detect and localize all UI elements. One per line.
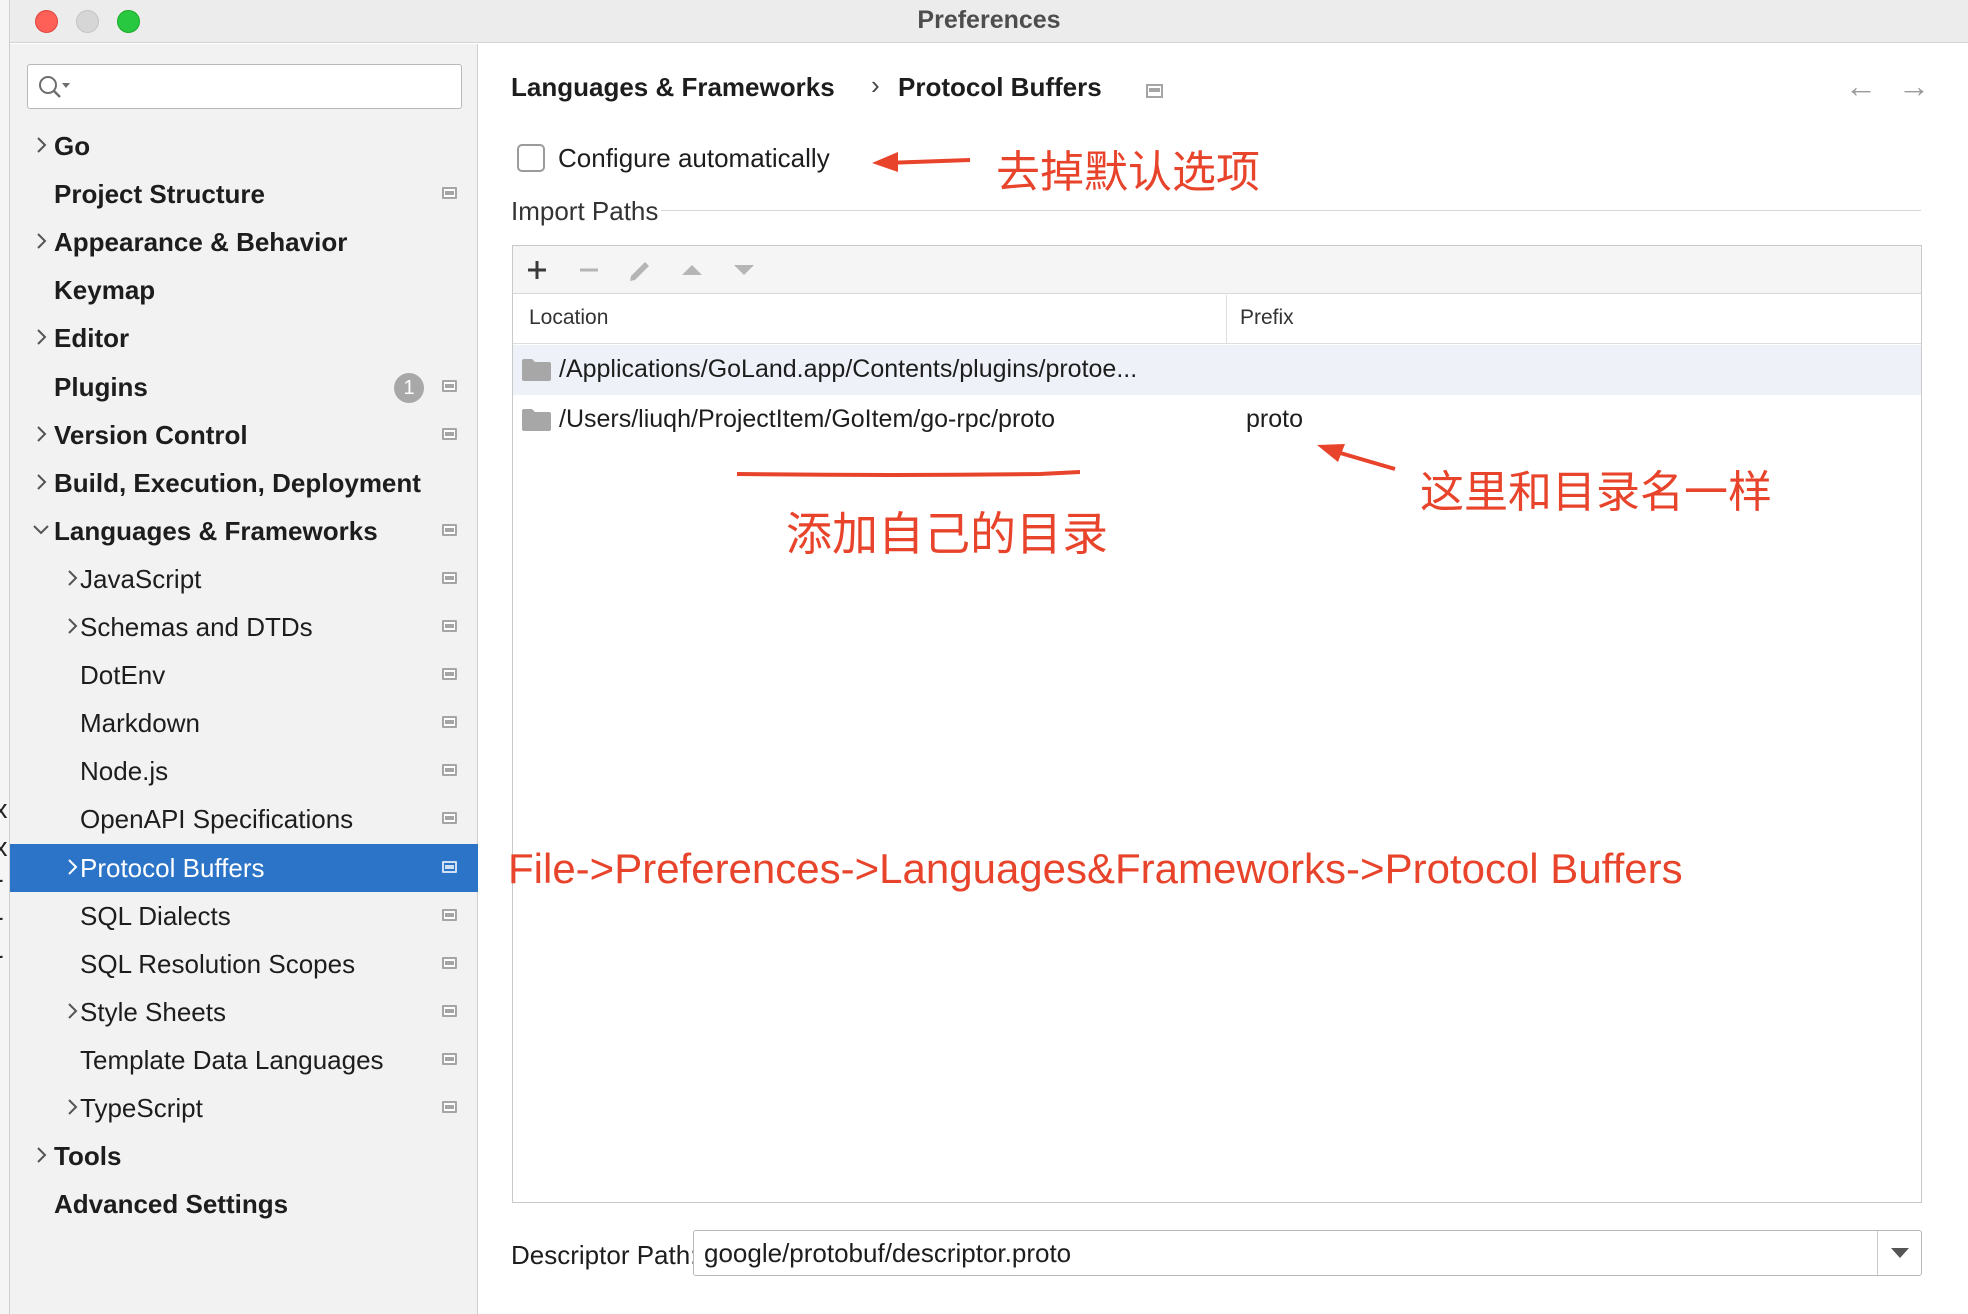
annotation-arrow-configure [872,152,971,172]
annotation-same-as-directory: 这里和目录名一样 [1420,468,1772,517]
annotation-menu-path: File->Preferences->Languages&Frameworks-… [508,845,1683,892]
annotation-underline-directory [736,470,1081,477]
annotation-arrow-prefix [1317,444,1396,471]
annotation-add-own-directory: 添加自己的目录 [786,508,1108,560]
annotation-uncheck-default: 去掉默认选项 [996,148,1260,197]
annotation-overlay [736,152,1396,477]
